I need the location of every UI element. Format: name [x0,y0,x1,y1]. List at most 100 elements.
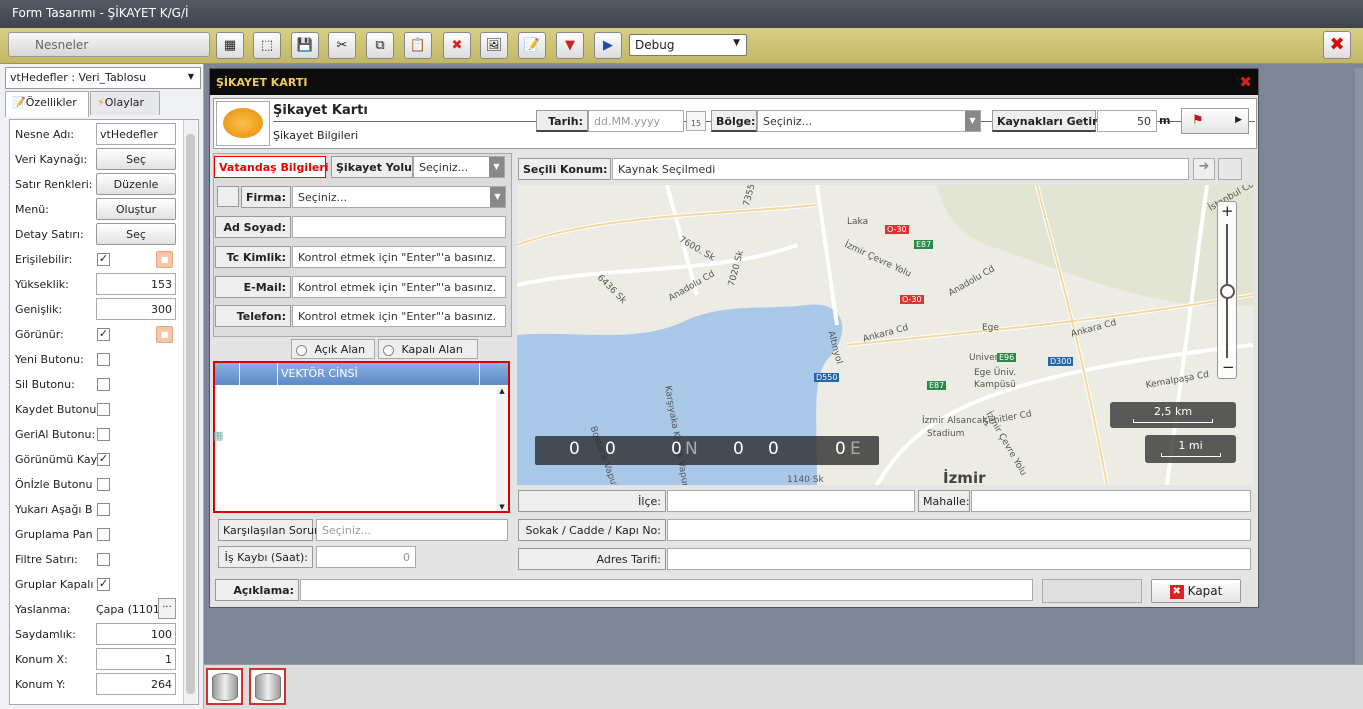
property-label: Nesne Adı: [15,128,75,141]
canvas-scrollbar[interactable] [1355,68,1363,664]
property-checkbox[interactable]: ✓ [97,328,110,341]
street-field[interactable] [667,519,1251,541]
complaint-path-select[interactable]: Seçiniz... ▼ [413,156,505,178]
property-row: Yaslanma: Çapa (1101... [10,597,188,622]
database-icon[interactable] [206,668,243,705]
fetch-sources-button[interactable]: ⚑ ▶ [1181,108,1249,134]
property-button[interactable]: Düzenle [96,173,176,195]
layout-icon[interactable]: ⬚ [253,32,281,59]
radio-closed-area[interactable]: Kapalı Alan [378,339,478,359]
map-label: Laka [847,217,869,227]
property-number[interactable]: 300 [96,298,176,320]
company-select[interactable]: Seçiniz... ▼ [292,186,506,208]
close-button[interactable]: ✖ Kapat [1151,579,1241,603]
property-checkbox[interactable]: ✓ [97,578,110,591]
tab-citizen-info[interactable]: Vatandaş Bilgileri [214,156,329,178]
zoom-out-icon[interactable]: − [1222,358,1235,376]
property-checkbox[interactable] [97,503,110,516]
address-description-field[interactable] [667,548,1251,570]
lock-icon[interactable]: ■ [156,326,173,343]
phone-field[interactable]: Kontrol etmek için "Enter"'a basınız. [292,305,506,327]
grid-scrollbar[interactable]: ▲ ▼ [496,387,508,511]
dropdown-icon[interactable]: ▼ [556,32,584,59]
form-close-icon[interactable]: ✖ [1239,73,1252,91]
problem-select[interactable]: Seçiniz... [316,519,508,541]
property-label: Konum Y: [15,678,66,691]
close-designer-button[interactable]: ✖ [1323,31,1351,59]
delete-icon[interactable]: ✖ [443,32,471,59]
run-icon[interactable]: ▶ [594,32,622,59]
objects-button[interactable]: Nesneler [8,32,210,57]
scroll-down-icon[interactable]: ▼ [496,503,508,511]
map-view[interactable]: Laka O-30 E87 İzmir Çevre Yolu Anadolu Cd O-3… [517,185,1253,485]
radio-open-area[interactable]: Açık Alan [291,339,375,359]
mode-select[interactable]: Debug ▼ [629,34,747,56]
location-clear-button[interactable] [1218,158,1242,180]
copy-icon[interactable]: ⧉ [366,32,394,59]
selected-location-field[interactable]: Kaynak Seçilmedi [612,158,1189,180]
tab-properties[interactable]: 📝Özellikler [5,91,89,117]
scrollbar-thumb[interactable] [186,134,195,694]
property-label: Filtre Satırı: [15,553,78,566]
image-icon[interactable]: 🖼 [480,32,508,59]
grid-column-vector-type[interactable]: VEKTÖR CİNSİ [281,367,358,380]
work-loss-field[interactable]: 0 [316,546,416,568]
zoom-slider-handle[interactable] [1220,284,1235,299]
chevron-down-icon: ▼ [733,38,740,48]
property-label: Menü: [15,203,49,216]
property-checkbox[interactable] [97,428,110,441]
property-label: Yaslanma: [15,603,71,616]
property-checkbox[interactable] [97,378,110,391]
empty-button[interactable] [1042,579,1142,603]
property-checkbox[interactable] [97,553,110,566]
tc-field[interactable]: Kontrol etmek için "Enter"'a basınız. [292,246,506,268]
district-field[interactable] [667,490,915,512]
property-label: Satır Renkleri: [15,178,93,191]
fetch-radius-field[interactable]: 50 [1097,110,1157,132]
grid-header: VEKTÖR CİNSİ [215,363,508,385]
properties-scrollbar[interactable] [183,120,197,704]
selected-location-label: Seçili Konum: [518,158,611,180]
paste-icon[interactable]: 📋 [404,32,432,59]
description-field[interactable] [300,579,1033,601]
database-icon[interactable] [249,668,286,705]
lock-icon[interactable]: ■ [156,251,173,268]
property-checkbox[interactable] [97,353,110,366]
coordinates-readout: 0 0 0 N 0 0 0 E [535,436,879,465]
email-field[interactable]: Kontrol etmek için "Enter"'a basınız. [292,276,506,298]
speech-bubble-icon [216,101,270,146]
property-button[interactable]: Seç [96,148,176,170]
property-input[interactable]: vtHedefler [96,123,176,145]
region-select[interactable]: Seçiniz... ▼ [757,110,981,132]
property-number[interactable]: 1 [96,648,176,670]
property-button[interactable]: Seç [96,223,176,245]
company-toggle[interactable] [217,186,239,207]
property-number[interactable]: 153 [96,273,176,295]
note-icon[interactable]: 📝 [518,32,546,59]
property-number[interactable]: 264 [96,673,176,695]
property-dots-button[interactable]: ... [158,598,176,619]
date-field[interactable]: dd.MM.yyyy [588,110,684,132]
grid-icon[interactable]: ▦ [216,32,244,59]
property-checkbox[interactable] [97,528,110,541]
zoom-in-icon[interactable]: + [1221,202,1234,220]
property-checkbox[interactable] [97,478,110,491]
property-number[interactable]: 100 [96,623,176,645]
play-icon: ▶ [1235,115,1242,125]
property-row: Konum Y: 264 [10,672,188,697]
property-checkbox[interactable]: ✓ [97,453,110,466]
property-checkbox[interactable]: ✓ [97,253,110,266]
object-select[interactable]: vtHedefler : Veri_Tablosu ▼ [5,67,201,89]
save-icon[interactable]: 💾 [291,32,319,59]
tab-events[interactable]: ⚡Olaylar [90,91,160,115]
neighborhood-field[interactable] [971,490,1251,512]
scroll-up-icon[interactable]: ▲ [496,387,508,395]
cut-icon[interactable]: ✂ [328,32,356,59]
property-button[interactable]: Oluştur [96,198,176,220]
vector-type-grid[interactable]: VEKTÖR CİNSİ ▲ ▼ ▦ [213,361,510,513]
calendar-icon[interactable]: 15 [686,111,706,131]
map-label: E87 [914,240,934,249]
arrow-right-icon[interactable]: ➜ [1193,158,1215,180]
property-checkbox[interactable] [97,403,110,416]
name-field[interactable] [292,216,506,238]
